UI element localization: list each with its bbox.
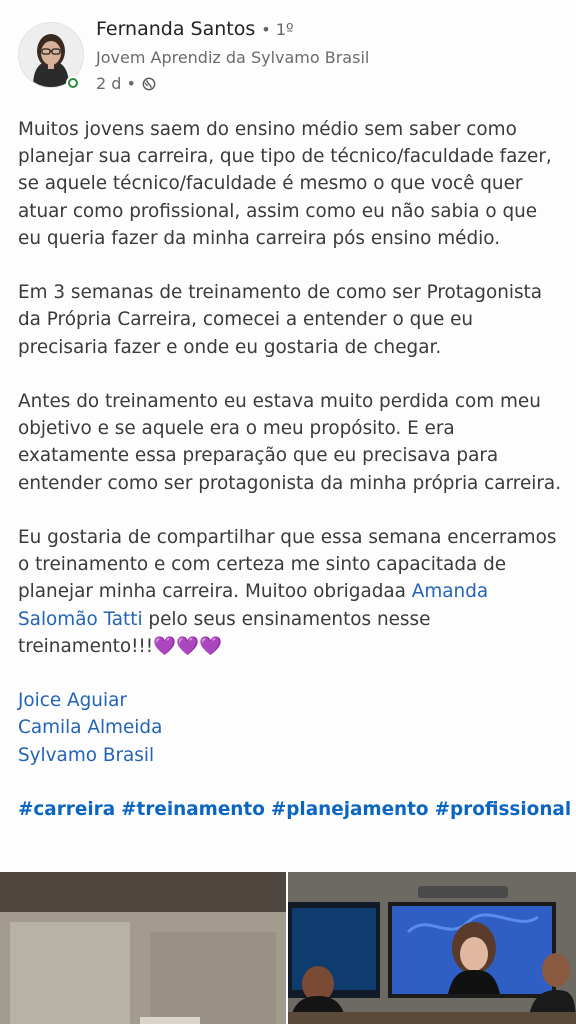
post-time: 2 d • bbox=[96, 74, 136, 93]
mention-list: Joice Aguiar Camila Almeida Sylvamo Bras… bbox=[18, 687, 563, 769]
photo-scene bbox=[0, 872, 286, 1024]
post-paragraph: Em 3 semanas de treinamento de como ser … bbox=[18, 282, 543, 358]
post-media[interactable] bbox=[0, 872, 576, 1024]
mention-link[interactable]: Joice Aguiar bbox=[18, 687, 563, 714]
online-status-icon bbox=[66, 76, 80, 90]
mention-link[interactable]: Camila Almeida bbox=[18, 714, 563, 741]
post-photo[interactable] bbox=[288, 872, 576, 1024]
post-photo[interactable] bbox=[0, 872, 286, 1024]
author-name-line[interactable]: Fernanda Santos • 1º bbox=[96, 18, 294, 40]
connection-degree: • 1º bbox=[261, 20, 294, 39]
hashtag-list: #carreira #treinamento #planejamento #profi… bbox=[18, 796, 571, 823]
post-meta: 2 d • bbox=[96, 74, 156, 93]
hashtag-link[interactable]: #planejamento bbox=[271, 799, 429, 820]
hashtag-link[interactable]: #carreira bbox=[18, 799, 115, 820]
author-avatar[interactable] bbox=[18, 22, 84, 90]
post-paragraph: Antes do treinamento eu estava muito per… bbox=[18, 391, 562, 494]
post-body: Muitos jovens saem do ensino médio sem s… bbox=[18, 116, 571, 823]
hashtag-link[interactable]: #treinamento bbox=[121, 799, 265, 820]
author-headline: Jovem Aprendiz da Sylvamo Brasil bbox=[96, 48, 370, 67]
hashtag-link[interactable]: #profissional bbox=[435, 799, 572, 820]
author-name[interactable]: Fernanda Santos bbox=[96, 18, 255, 40]
post-paragraph: Eu gostaria de compartilhar que essa sem… bbox=[18, 524, 563, 660]
post-header: Fernanda Santos • 1º Jovem Aprendiz da S… bbox=[18, 18, 558, 98]
mention-link[interactable]: Sylvamo Brasil bbox=[18, 742, 563, 769]
photo-scene bbox=[288, 872, 576, 1024]
globe-icon bbox=[142, 77, 156, 90]
post-paragraph: Muitos jovens saem do ensino médio sem s… bbox=[18, 119, 552, 249]
